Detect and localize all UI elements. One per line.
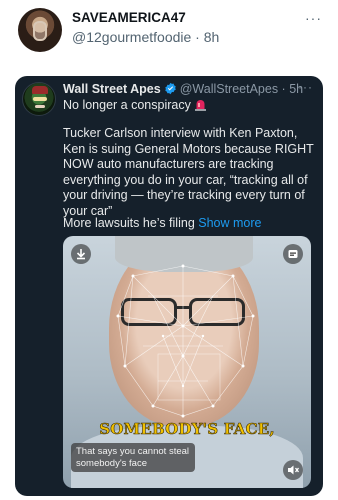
verified-badge-icon <box>165 82 176 95</box>
quoted-display-name[interactable]: Wall Street Apes <box>63 82 161 96</box>
quoted-lawsuits-line: More lawsuits he’s filing Show more <box>63 216 262 230</box>
video-subtitle: That says you cannot steal somebody's fa… <box>71 443 195 472</box>
download-icon[interactable] <box>71 244 91 264</box>
quoted-body-text: Tucker Carlson interview with Ken Paxton… <box>63 126 314 218</box>
volume-muted-icon[interactable] <box>283 460 303 480</box>
outer-avatar[interactable] <box>18 8 62 52</box>
show-more-link[interactable]: Show more <box>198 216 261 230</box>
quoted-subtitle: No longer a conspiracy <box>63 98 206 112</box>
gif-icon[interactable] <box>283 244 303 264</box>
outer-handle-time[interactable]: @12gourmetfoodie · 8h <box>72 29 219 45</box>
outer-tweet-header: SAVEAMERICA47 @12gourmetfoodie · 8h ··· <box>0 0 338 60</box>
lawsuits-text: More lawsuits he’s filing <box>63 216 195 230</box>
video-thumbnail[interactable]: SOMEBODY'S FACE, That says you cannot st… <box>63 236 311 488</box>
video-caption-overlay: SOMEBODY'S FACE, <box>99 420 275 439</box>
quoted-subtitle-text: No longer a conspiracy <box>63 98 191 112</box>
quoted-tweet-card[interactable]: Wall Street Apes @WallStreetApes · 5h ···… <box>15 76 323 496</box>
more-options-icon[interactable]: ··· <box>305 10 322 26</box>
quoted-more-options-icon[interactable]: ··· <box>298 80 313 94</box>
quoted-avatar[interactable] <box>22 82 56 116</box>
siren-icon <box>194 100 206 111</box>
quoted-name-row: Wall Street Apes @WallStreetApes · 5h <box>63 82 303 96</box>
quoted-handle-time[interactable]: @WallStreetApes · 5h <box>180 82 303 96</box>
outer-display-name[interactable]: SAVEAMERICA47 <box>72 10 186 25</box>
